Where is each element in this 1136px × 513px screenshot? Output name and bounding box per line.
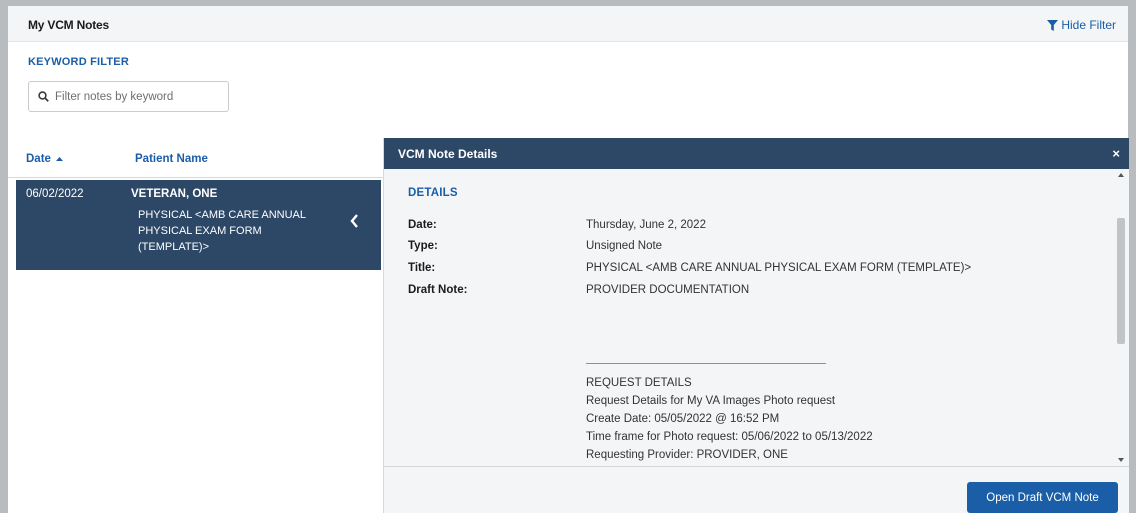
detail-label-title: Title:	[408, 262, 436, 274]
note-row[interactable]: 06/02/2022 VETERAN, ONE PHYSICAL <AMB CA…	[16, 180, 381, 270]
request-details-line: Request Details for My VA Images Photo r…	[586, 395, 836, 407]
note-details-footer: Open Draft VCM Note	[384, 466, 1129, 513]
request-create-date: Create Date: 05/05/2022 @ 16:52 PM	[586, 413, 780, 425]
request-provider: Requesting Provider: PROVIDER, ONE	[586, 449, 788, 461]
scroll-thumb[interactable]	[1117, 218, 1125, 344]
details-scrollbar[interactable]	[1115, 169, 1129, 466]
top-bar: My VCM Notes Hide Filter	[8, 6, 1128, 42]
details-section-title: DETAILS	[408, 187, 458, 199]
hide-filter-link[interactable]: Hide Filter	[1047, 18, 1116, 32]
chevron-left-icon[interactable]	[350, 214, 359, 228]
note-row-patient-name: VETERAN, ONE	[131, 188, 218, 200]
scroll-down-arrow-icon[interactable]	[1118, 458, 1124, 462]
keyword-filter-label: KEYWORD FILTER	[28, 56, 129, 68]
note-row-date: 06/02/2022	[26, 188, 84, 200]
column-header-patient-name[interactable]: Patient Name	[135, 153, 208, 165]
notes-list-header: Date Patient Name	[8, 138, 383, 178]
filter-icon	[1047, 19, 1059, 31]
note-details-title: VCM Note Details	[398, 147, 498, 161]
sort-ascending-icon	[56, 157, 64, 161]
detail-label-date: Date:	[408, 219, 437, 231]
note-details-panel: VCM Note Details × DETAILS Date: Thursda…	[383, 138, 1129, 513]
hide-filter-label: Hide Filter	[1061, 18, 1116, 32]
detail-value-draft-note: PROVIDER DOCUMENTATION	[586, 284, 750, 296]
open-draft-vcm-note-button[interactable]: Open Draft VCM Note	[967, 482, 1118, 513]
keyword-search-input[interactable]	[55, 90, 215, 103]
detail-label-draft-note: Draft Note:	[408, 284, 468, 296]
close-icon[interactable]: ×	[1112, 146, 1120, 161]
page-title: My VCM Notes	[28, 18, 109, 32]
keyword-search-box[interactable]	[28, 81, 229, 112]
notes-list: Date Patient Name 06/02/2022 VETERAN, ON…	[8, 138, 383, 513]
request-details-heading: REQUEST DETAILS	[586, 377, 692, 389]
search-icon	[38, 91, 49, 102]
note-text-divider	[586, 363, 826, 364]
note-details-body: DETAILS Date: Thursday, June 2, 2022 Typ…	[384, 169, 1115, 466]
detail-value-title: PHYSICAL <AMB CARE ANNUAL PHYSICAL EXAM …	[586, 262, 972, 274]
note-row-title: PHYSICAL <AMB CARE ANNUAL PHYSICAL EXAM …	[138, 209, 306, 253]
request-time-frame: Time frame for Photo request: 05/06/2022…	[586, 431, 873, 443]
note-details-header: VCM Note Details ×	[384, 138, 1129, 169]
detail-value-type: Unsigned Note	[586, 240, 663, 252]
detail-label-type: Type:	[408, 240, 438, 252]
column-header-date[interactable]: Date	[26, 153, 64, 165]
detail-value-date: Thursday, June 2, 2022	[586, 219, 706, 231]
column-header-date-label: Date	[26, 153, 51, 165]
scroll-up-arrow-icon[interactable]	[1118, 173, 1124, 177]
